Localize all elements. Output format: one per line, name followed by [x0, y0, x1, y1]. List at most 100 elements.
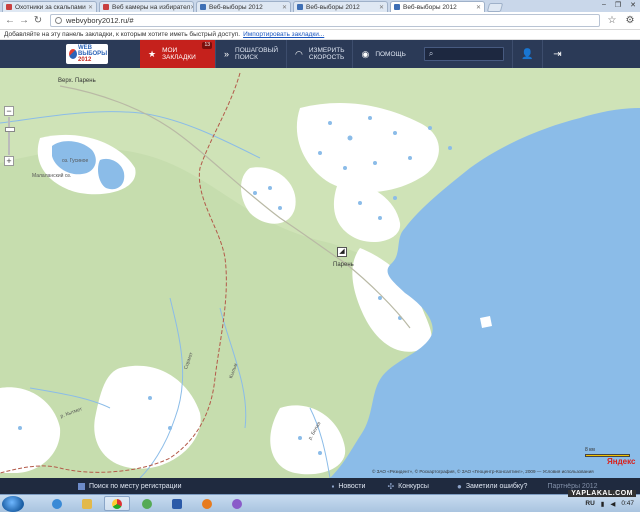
news-icon: ▪	[331, 481, 335, 491]
nav-label: ИЗМЕРИТЬ	[308, 47, 345, 54]
watermark: YAPLAKAL.COM	[568, 490, 636, 497]
maximize-icon[interactable]: ❐	[615, 1, 621, 9]
globe-icon	[55, 17, 62, 24]
address-bar: ← → ↻ webvybory2012.ru/# ☆ ⚙	[0, 12, 640, 30]
network-icon[interactable]: ▮	[601, 500, 605, 508]
nav-label: СКОРОСТЬ	[308, 54, 345, 61]
url-input[interactable]: webvybory2012.ru/#	[50, 14, 600, 27]
close-window-icon[interactable]: ✕	[630, 1, 636, 9]
contests-icon: ✣	[387, 481, 395, 491]
map-label-lake-right: оз. Гусиное	[62, 158, 89, 164]
browser-tab[interactable]: Веб камеры на избирател✕	[99, 1, 194, 12]
map-label-center-village: Парень	[333, 262, 354, 268]
scale-bar: 8 км	[585, 447, 630, 457]
browser-tab[interactable]: Охотники за скальпами ✕	[2, 1, 97, 12]
tab-label: Веб камеры на избирател	[112, 3, 191, 11]
map-label-top-village: Верх. Парень	[58, 78, 96, 84]
register-search-label: Поиск по месту регистрации	[89, 482, 182, 490]
speedometer-icon: ◠	[295, 48, 303, 59]
report-error-link[interactable]: ● Заметили ошибку?	[457, 482, 527, 491]
logo-badge: WEB ВЫБОРЫ 2012	[66, 44, 108, 64]
map-copyright: © ЗАО «Резидент», © Роскартография, © ЗА…	[372, 469, 594, 474]
tab-label: Охотники за скальпами	[15, 3, 86, 11]
tab-favicon-icon	[394, 4, 400, 10]
back-arrow-icon[interactable]: ←	[4, 15, 16, 27]
tab-label: Веб-выборы 2012	[403, 3, 457, 11]
browser-tab-strip: Охотники за скальпами ✕ Веб камеры на изб…	[0, 0, 640, 12]
window-controls: – ❐ ✕	[602, 1, 636, 9]
minimize-icon[interactable]: –	[602, 1, 606, 9]
my-bookmarks-button[interactable]: ★ МОИ ЗАКЛАДКИ 13	[140, 40, 215, 68]
close-tab-icon[interactable]: ✕	[190, 4, 193, 11]
step-search-button[interactable]: » ПОШАГОВЫЙ ПОИСК	[215, 40, 286, 68]
taskbar-folder-icon[interactable]	[74, 496, 100, 511]
clock[interactable]: 0:47	[621, 500, 634, 507]
taskbar-pinned	[44, 496, 250, 511]
taskbar-app-icon[interactable]	[224, 496, 250, 511]
news-label: Новости	[338, 482, 366, 490]
site-footer: Поиск по месту регистрации ▪ Новости ✣ К…	[0, 478, 640, 494]
windows-taskbar: RU ▮ ◀ 0:47	[0, 494, 640, 512]
help-button[interactable]: ◉ ПОМОЩЬ	[352, 40, 413, 68]
zoom-control: − +	[3, 106, 15, 166]
yandex-logo[interactable]: Яндекс	[607, 457, 635, 466]
speech-bubble-icon: ●	[456, 481, 462, 491]
start-button-icon[interactable]	[2, 495, 24, 512]
contests-label: Конкурсы	[398, 482, 429, 490]
tab-favicon-icon	[297, 4, 303, 10]
bookmarks-bar: Добавляйте на эту панель закладки, к кот…	[0, 30, 640, 40]
bookmarks-prompt: Добавляйте на эту панель закладки, к кот…	[4, 31, 241, 38]
browser-tab[interactable]: Веб-выборы 2012 ✕	[196, 1, 291, 12]
map-label-lake-left: Малаланский оз.	[32, 173, 72, 179]
user-icon[interactable]: 👤	[511, 40, 542, 68]
nav-label: ПОМОЩЬ	[375, 50, 406, 58]
tab-label: Веб-выборы 2012	[306, 3, 360, 11]
bookmarks-count-badge: 13	[202, 42, 212, 49]
taskbar-app-icon[interactable]	[134, 496, 160, 511]
logout-icon[interactable]: ⇥	[541, 40, 572, 68]
tab-favicon-icon	[6, 4, 12, 10]
report-error-label: Заметили ошибку?	[465, 482, 528, 490]
nav-label: МОИ	[162, 47, 178, 54]
language-indicator[interactable]: RU	[585, 500, 594, 507]
taskbar-media-icon[interactable]	[194, 496, 220, 511]
browser-tab-active[interactable]: Веб-выборы 2012 ✕	[390, 1, 485, 12]
new-tab-button[interactable]	[486, 3, 504, 12]
logo-line-3: 2012	[78, 57, 92, 63]
site-logo[interactable]: WEB ВЫБОРЫ 2012	[0, 40, 140, 68]
taskbar-chrome-icon[interactable]	[104, 496, 130, 511]
close-tab-icon[interactable]: ✕	[88, 4, 93, 11]
close-tab-icon[interactable]: ✕	[379, 4, 384, 11]
contests-link[interactable]: ✣ Конкурсы	[387, 482, 429, 491]
import-bookmarks-link[interactable]: Импортировать закладки...	[243, 31, 324, 38]
clearing-area	[296, 103, 439, 193]
browser-tab[interactable]: Веб-выборы 2012 ✕	[293, 1, 388, 12]
zoom-in-button[interactable]: +	[4, 156, 14, 166]
zoom-out-button[interactable]: −	[4, 106, 14, 116]
news-link[interactable]: ▪ Новости	[331, 482, 365, 491]
url-text: webvybory2012.ru/#	[66, 16, 134, 25]
map-canvas	[0, 72, 640, 478]
site-header: WEB ВЫБОРЫ 2012 ★ МОИ ЗАКЛАДКИ 13 » ПОШАГ…	[0, 40, 640, 68]
search-icon: ⌕	[428, 49, 434, 58]
taskbar-ie-icon[interactable]	[44, 496, 70, 511]
search-input[interactable]: ⌕	[423, 47, 504, 61]
wrench-icon[interactable]: ⚙	[624, 15, 636, 26]
volume-icon[interactable]: ◀	[610, 500, 615, 508]
island	[480, 316, 492, 328]
map-view[interactable]: Верх. Парень Малаланский оз. оз. Гусиное…	[0, 68, 640, 478]
star-icon[interactable]: ☆	[606, 15, 618, 26]
system-tray: RU ▮ ◀ 0:47	[585, 500, 640, 508]
taskbar-word-icon[interactable]	[164, 496, 190, 511]
measure-speed-button[interactable]: ◠ ИЗМЕРИТЬ СКОРОСТЬ	[286, 40, 352, 68]
nav-label: ПОШАГОВЫЙ	[235, 47, 279, 54]
reload-icon[interactable]: ↻	[32, 15, 44, 27]
forward-arrow-icon[interactable]: →	[18, 15, 30, 27]
steps-arrow-icon: »	[224, 48, 230, 59]
webcam-marker-icon[interactable]: ◢	[337, 247, 347, 257]
close-tab-icon[interactable]: ✕	[282, 4, 287, 11]
close-tab-icon[interactable]: ✕	[476, 4, 481, 11]
partners-text: Партнёры 2012	[547, 482, 598, 490]
zoom-slider[interactable]	[5, 117, 15, 155]
register-search-button[interactable]: Поиск по месту регистрации	[78, 482, 182, 490]
